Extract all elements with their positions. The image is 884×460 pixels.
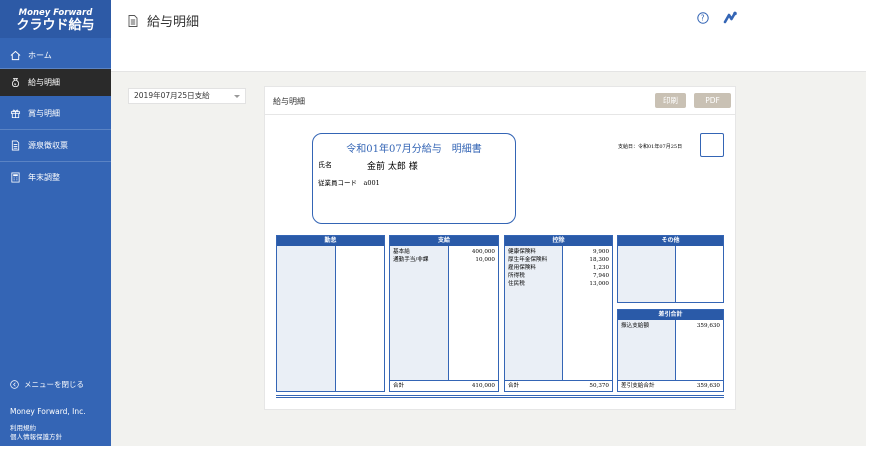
footer-links: 利用規約 個人情報保護方針 (10, 424, 62, 442)
stamp-box (700, 133, 724, 157)
divider (276, 395, 724, 398)
document-icon (128, 14, 138, 27)
table-column (277, 246, 336, 391)
sidebar: Money Forward クラウド給与 ホーム ¥ 給与明細 賞与明細 源泉徴… (0, 0, 111, 446)
close-menu-button[interactable]: メニューを閉じる (10, 379, 84, 390)
total-value: 410,000 (471, 383, 495, 389)
pay-period-select[interactable]: 2019年07月25日支給 (128, 88, 246, 104)
sidebar-item-bonus[interactable]: 賞与明細 (0, 100, 111, 127)
name-label: 氏名 (318, 161, 332, 169)
close-menu-label: メニューを閉じる (24, 380, 84, 389)
logo-product: クラウド給与 (16, 18, 95, 33)
divider (0, 129, 111, 130)
sidebar-item-label: 源泉徴収票 (28, 141, 68, 150)
app-window: Money Forward クラウド給与 ホーム ¥ 給与明細 賞与明細 源泉徴… (0, 0, 866, 446)
payments-total-row: 合計 410,000 (390, 380, 498, 391)
total-label: 合計 (508, 383, 520, 389)
sidebar-item-label: ホーム (28, 51, 52, 60)
sidebar-item-label: 賞与明細 (28, 109, 60, 118)
card-header: 給与明細 印刷 PDF (265, 87, 735, 115)
money-bag-icon: ¥ (12, 77, 19, 88)
logo[interactable]: Money Forward クラウド給与 (0, 0, 111, 38)
net-values: 359,630 (697, 322, 720, 330)
header: 給与明細 ? (111, 0, 866, 72)
list-item: 基本給 (393, 249, 410, 255)
employee-name: 金前 太郎 様 (367, 162, 418, 172)
attendance-table: 勤怠 (276, 235, 385, 392)
print-button[interactable]: 印刷 (655, 93, 686, 108)
payment-values: 400,000 10,000 (472, 248, 495, 264)
sidebar-item-withholding[interactable]: 源泉徴収票 (0, 132, 111, 159)
calculator-icon (11, 172, 20, 183)
list-item: 7,940 (592, 273, 609, 279)
list-item: 厚生年金保険料 (508, 257, 548, 263)
list-item: 10,000 (475, 257, 495, 263)
sidebar-item-label: 年末調整 (28, 173, 60, 182)
total-label: 差引支給合計 (621, 383, 655, 389)
help-icon[interactable]: ? (697, 12, 709, 24)
net-total-row: 差引支給合計 359,630 (618, 380, 723, 391)
list-item: 18,300 (589, 257, 609, 263)
net-pay-table: 差引合計 振込支給額 359,630 差引支給合計 359,630 (617, 309, 724, 392)
svg-text:¥: ¥ (14, 82, 17, 86)
net-header: 差引合計 (618, 310, 723, 320)
list-item: 1,230 (592, 265, 609, 271)
avatar[interactable] (722, 10, 738, 26)
privacy-link[interactable]: 個人情報保護方針 (10, 433, 62, 442)
document-icon (11, 140, 20, 151)
company-name: Money Forward, Inc. (10, 407, 86, 416)
svg-text:?: ? (701, 14, 705, 23)
payments-table: 支給 基本給 通勤手当/非課 400,000 10,000 合計 410,000 (389, 235, 499, 392)
attendance-header: 勤怠 (277, 236, 384, 246)
sidebar-item-year-end[interactable]: 年末調整 (0, 164, 111, 191)
deductions-table: 控除 健康保険料 厚生年金保険料 雇用保険料 所得税 住民税 9,900 18,… (504, 235, 613, 392)
terms-link[interactable]: 利用規約 (10, 424, 62, 433)
page-title-area: 給与明細 (128, 11, 199, 30)
payment-labels: 基本給 通勤手当/非課 (393, 248, 428, 264)
page-title: 給与明細 (147, 15, 200, 30)
total-value: 359,630 (696, 383, 720, 389)
home-icon (10, 50, 21, 61)
list-item: 所得税 (508, 273, 525, 279)
pay-date: 支給日：令和01年07月25日 (618, 144, 683, 150)
other-table: その他 (617, 235, 724, 303)
deduction-values: 9,900 18,300 1,230 7,940 13,000 (589, 248, 609, 288)
logo-brand: Money Forward (18, 8, 93, 18)
total-value: 50,370 (589, 383, 609, 389)
chevron-left-circle-icon (10, 380, 19, 389)
list-item: 359,630 (696, 323, 720, 329)
list-item: 13,000 (589, 281, 609, 287)
deductions-total-row: 合計 50,370 (505, 380, 612, 391)
gift-icon (10, 109, 21, 119)
list-item: 雇用保険料 (508, 265, 536, 271)
list-item: 400,000 (471, 249, 495, 255)
deductions-header: 控除 (505, 236, 612, 246)
list-item: 健康保険料 (508, 249, 536, 255)
sidebar-item-home[interactable]: ホーム (0, 42, 111, 69)
chevron-down-icon (234, 95, 240, 98)
total-label: 合計 (393, 383, 405, 389)
employee-code: 従業員コード a001 (318, 179, 380, 187)
other-header: その他 (618, 236, 723, 246)
divider (0, 161, 111, 162)
table-column (390, 246, 449, 380)
statement-title: 令和01年07月分給与 明細書 (346, 144, 482, 155)
table-column (618, 246, 676, 302)
list-item: 振込支給額 (621, 323, 649, 329)
statement-header: 令和01年07月分給与 明細書 氏名 金前 太郎 様 従業員コード a001 (312, 133, 516, 224)
sidebar-item-label: 給与明細 (28, 78, 60, 87)
card-title: 給与明細 (273, 97, 305, 106)
pdf-button[interactable]: PDF (694, 93, 731, 108)
payments-header: 支給 (390, 236, 498, 246)
net-labels: 振込支給額 (621, 322, 649, 330)
pay-period-value: 2019年07月25日支給 (134, 91, 210, 100)
list-item: 通勤手当/非課 (393, 257, 429, 263)
list-item: 9,900 (592, 249, 609, 255)
sidebar-item-payslip[interactable]: ¥ 給与明細 (0, 69, 111, 96)
deduction-labels: 健康保険料 厚生年金保険料 雇用保険料 所得税 住民税 (508, 248, 547, 288)
list-item: 住民税 (508, 281, 525, 287)
